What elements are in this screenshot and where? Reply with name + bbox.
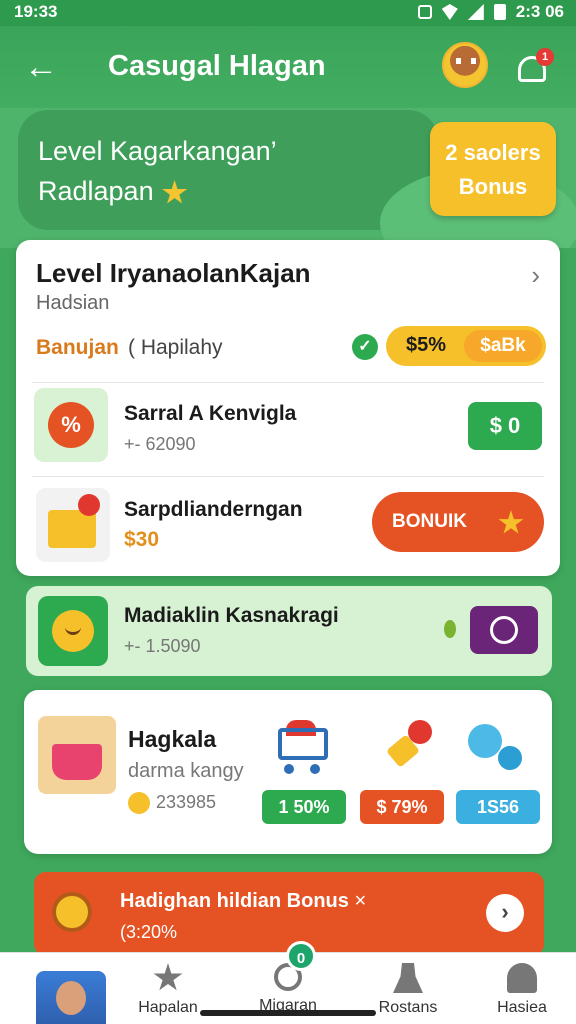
status-label: Banujan (36, 336, 119, 359)
status-bar: 19:33 2:3 06 (0, 0, 576, 26)
reward-sub: +- 1.5090 (124, 636, 201, 656)
leaf-icon (444, 620, 456, 638)
product-count: 233985 (128, 792, 216, 815)
level-card: Level IryanaolanKajan › Hadsian Banujan … (16, 240, 560, 576)
list-item-title: Sarral A Kenvigla (124, 402, 297, 425)
back-arrow-icon[interactable]: ← (24, 50, 58, 86)
battery-icon (493, 4, 506, 20)
divider (32, 382, 544, 383)
status-icons: 2:3 06 (417, 2, 564, 22)
profile-avatar[interactable] (36, 971, 106, 1024)
chevron-right-icon[interactable]: › (486, 894, 524, 932)
star-icon (153, 963, 183, 991)
nav-badge: 0 (286, 941, 316, 971)
star-icon (162, 179, 188, 204)
bonus-badge[interactable]: 2 saolers Bonus (430, 122, 556, 216)
app-header: ← Casugal Hlagan 1 (0, 26, 576, 110)
bonus-banner-title: Hadighan hildian Bonus × (120, 890, 367, 912)
people-icon (393, 963, 423, 993)
status-right-time: 2:3 06 (515, 2, 564, 21)
mute-icon (417, 5, 432, 19)
bonus-banner[interactable]: Hadighan hildian Bonus × (3:20% › (34, 872, 544, 956)
list-item-price: $30 (124, 528, 160, 551)
list-item-sub: +- 62090 (124, 434, 196, 454)
discount-tag[interactable]: $ 79% (360, 790, 444, 824)
chevron-right-icon[interactable]: › (531, 260, 540, 291)
bonus-badge-label: Bonus (458, 174, 528, 199)
banner-subline: Radlapan (38, 176, 188, 207)
close-icon[interactable]: × (354, 890, 366, 912)
bonus-banner-sub: (3:20% (120, 922, 178, 942)
bonus-button[interactable]: BONUIK (372, 492, 544, 552)
coin-icon (128, 792, 150, 815)
reward-title: Madiaklin Kasnakragi (124, 604, 339, 627)
check-icon: ✓ (352, 334, 378, 360)
discount-tag[interactable]: 1 50% (262, 790, 346, 824)
list-item-title: Sarpdlianderngan (124, 498, 303, 521)
notification-bell-icon[interactable]: 1 (514, 48, 554, 88)
basket-icon-box (38, 716, 116, 794)
discount-tag[interactable]: 1S56 (456, 790, 540, 824)
percent-secondary: $aBk (464, 330, 542, 362)
pin-icon[interactable] (380, 718, 438, 776)
percent-pill[interactable]: $5% $aBk (386, 326, 546, 366)
cart-icon[interactable] (274, 718, 332, 776)
basket-icon (52, 744, 102, 780)
wifi-icon (441, 4, 458, 20)
sun-icon-box (38, 596, 108, 666)
product-sub: darma kangy (128, 760, 244, 782)
cookie-icon (52, 892, 92, 932)
reward-card[interactable]: Madiaklin Kasnakragi +- 1.5090 (26, 586, 552, 676)
percent-value: $5% (406, 334, 447, 356)
banner-headline: Level Kagarkangan’ (38, 136, 277, 166)
divider (32, 476, 544, 477)
notification-badge: 1 (536, 48, 554, 66)
product-card[interactable]: Hagkala darma kangy 233985 1 50% $ 79% 1… (24, 690, 552, 854)
claim-button[interactable]: $ 0 (468, 402, 542, 450)
home-indicator[interactable] (200, 1010, 376, 1016)
row-icon-box: % (34, 388, 108, 462)
level-banner[interactable]: Level Kagarkangan’ Radlapan 2 saolers Bo… (0, 108, 576, 248)
status-time: 19:33 (14, 2, 58, 21)
sparkle-icon (498, 510, 524, 534)
avatar[interactable] (442, 42, 488, 88)
nav-label: Hasiea (497, 999, 547, 1016)
row-icon-box (36, 488, 110, 562)
product-title: Hagkala (128, 726, 217, 752)
bubble-icon[interactable] (468, 720, 526, 778)
bonus-button-label: BONUIK (392, 511, 467, 532)
bonus-badge-count: 2 saolers (445, 140, 541, 165)
page-title: Casugal Hlagan (108, 50, 326, 82)
chat-button[interactable] (470, 606, 538, 654)
sun-face-icon (52, 610, 94, 652)
signal-icon (467, 4, 484, 20)
nav-item-hasiea[interactable]: Hasiea (472, 959, 572, 1021)
coupon-icon: % (48, 402, 94, 448)
chat-icon (490, 616, 518, 644)
status-note: ( Hapilahy (128, 336, 223, 359)
level-card-subtitle: Hadsian (36, 292, 110, 314)
level-card-title: Level IryanaolanKajan (36, 258, 311, 288)
person-icon (507, 963, 537, 993)
